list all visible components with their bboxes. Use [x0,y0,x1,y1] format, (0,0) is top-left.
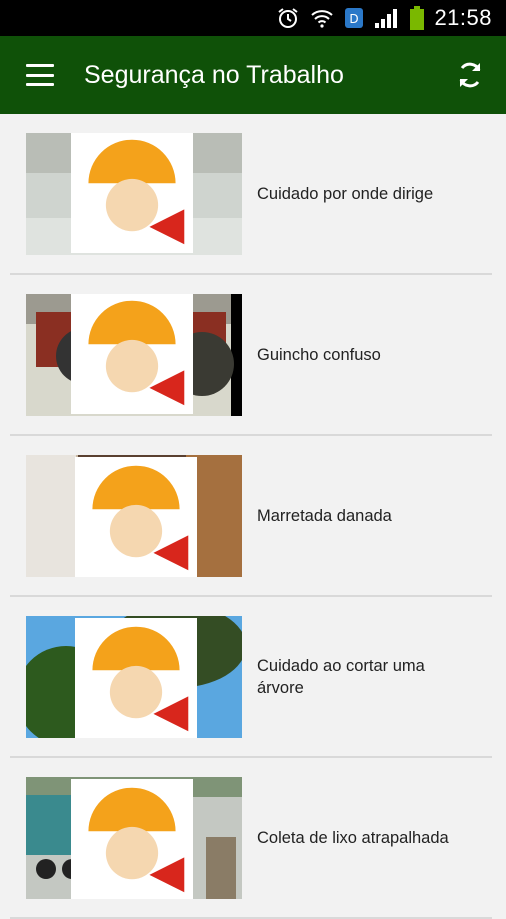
video-thumbnail [26,615,242,738]
safety-worker-icon [75,617,197,738]
alarm-clock-icon [276,6,300,30]
safety-worker-icon [71,293,193,414]
video-title: Coleta de lixo atrapalhada [257,828,449,847]
video-list-item[interactable]: Guincho confuso [10,275,492,436]
video-thumbnail [26,132,242,255]
app-title: Segurança no Trabalho [84,60,344,89]
video-list-item[interactable]: Marretada danada [10,436,492,597]
app-bar: Segurança no Trabalho [0,36,506,114]
video-thumbnail [26,454,242,577]
video-list-item[interactable]: Cuidado ao cortar uma árvore [10,597,492,758]
menu-icon[interactable] [26,64,54,86]
signal-icon [374,7,400,29]
safety-worker-icon [71,132,193,253]
video-list-item[interactable]: Cuidado por onde dirige [10,114,492,275]
video-title: Marretada danada [257,506,392,525]
safety-worker-icon [71,778,193,899]
app-notification-icon: D [344,7,364,29]
video-list: Cuidado por onde dirige Guincho confuso [0,114,506,919]
refresh-icon[interactable] [454,59,486,91]
video-title: Guincho confuso [257,345,381,364]
wifi-icon [310,6,334,30]
battery-icon [410,6,425,30]
video-thumbnail [26,293,242,416]
safety-worker-icon [75,456,197,577]
video-title: Cuidado ao cortar uma árvore [257,656,425,697]
status-time: 21:58 [434,5,492,30]
svg-text:D: D [350,12,359,26]
video-title: Cuidado por onde dirige [257,184,434,203]
video-list-item[interactable]: Coleta de lixo atrapalhada [10,758,492,919]
video-thumbnail [26,776,242,899]
status-bar: D 21:58 [0,0,506,36]
